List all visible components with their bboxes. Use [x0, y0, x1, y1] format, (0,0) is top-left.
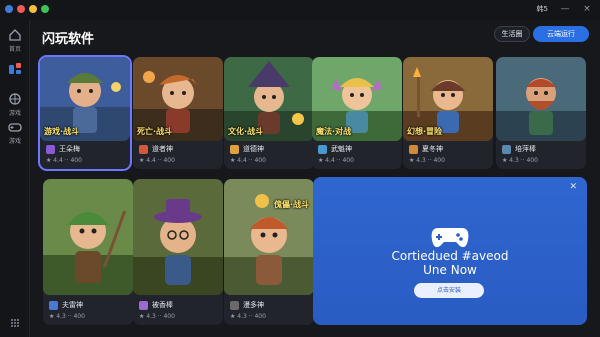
- apps-icon: [9, 63, 21, 74]
- game-name: 漫多神: [243, 301, 264, 309]
- close-icon[interactable]: ×: [582, 4, 592, 14]
- app-logo-icon: [5, 5, 13, 13]
- game-rating: ★ 4.4 ·· 400: [230, 157, 266, 164]
- character-art-icon: [43, 179, 133, 295]
- game-thumbnail: 游戏·战斗: [40, 57, 130, 141]
- card-meta: 培萍棒 ★ 4.3 ·· 400: [496, 141, 586, 169]
- card-meta: 王朵梅 ★ 4.4 ·· 400: [40, 141, 130, 169]
- minimize-window-icon[interactable]: [29, 5, 37, 13]
- sidebar-item-apps[interactable]: [0, 62, 30, 76]
- card-meta: 武魁神 ★ 4.4 ·· 400: [312, 141, 402, 169]
- minimize-icon[interactable]: —: [560, 4, 570, 14]
- promo-subtitle: Une Now: [423, 263, 477, 277]
- game-thumbnail: [43, 179, 133, 295]
- game-card[interactable]: 培萍棒 ★ 4.3 ·· 400: [496, 57, 586, 169]
- game-rating: ★ 4.3 ·· 400: [502, 157, 538, 164]
- game-name: 培萍棒: [515, 145, 536, 153]
- game-thumbnail: 傀儡·战斗: [224, 179, 314, 295]
- game-name: 道者神: [152, 145, 173, 153]
- game-name: 王朵梅: [59, 145, 80, 153]
- card-meta: 道德神 ★ 4.4 ·· 400: [224, 141, 314, 169]
- sidebar-item-label: 首页: [8, 46, 21, 53]
- game-card[interactable]: 夫雷神 ★ 4.3 ·· 400: [43, 179, 133, 325]
- globe-icon: [9, 93, 21, 105]
- game-card[interactable]: 被香棒 ★ 4.3 ·· 400: [133, 179, 223, 325]
- cloud-run-button[interactable]: 云端运行: [533, 26, 589, 42]
- game-caption: 幻想·冒险: [407, 127, 443, 136]
- settings-icon: [11, 319, 19, 327]
- gamepad-icon: [431, 228, 469, 248]
- game-rating: ★ 4.3 ·· 400: [230, 313, 266, 320]
- close-icon[interactable]: ✕: [569, 182, 577, 192]
- game-card[interactable]: 魔法·对战 武魁神 ★ 4.4 ·· 400: [312, 57, 402, 169]
- character-art-icon: [224, 179, 314, 295]
- card-meta: 道者神 ★ 4.4 ·· 400: [133, 141, 223, 169]
- card-meta: 夏冬神 ★ 4.3 ·· 400: [403, 141, 493, 169]
- game-thumbnail: 文化·战斗: [224, 57, 314, 141]
- game-name: 武魁神: [331, 145, 352, 153]
- game-rating: ★ 4.4 ·· 400: [139, 157, 175, 164]
- game-rating: ★ 4.4 ·· 400: [46, 157, 82, 164]
- game-name: 夫雷神: [62, 301, 83, 309]
- game-name: 夏冬神: [422, 145, 443, 153]
- game-icon: [230, 144, 239, 154]
- game-icon: [502, 144, 511, 154]
- game-thumbnail: [496, 57, 586, 141]
- game-caption: 傀儡·战斗: [274, 200, 310, 209]
- game-thumbnail: 死亡·战斗: [133, 57, 223, 141]
- game-thumbnail: 魔法·对战: [312, 57, 402, 141]
- home-icon: [9, 29, 21, 41]
- character-art-icon: [133, 179, 223, 295]
- game-icon: [49, 300, 58, 310]
- sidebar-item-label: 游戏: [8, 138, 21, 145]
- game-rating: ★ 4.4 ·· 400: [318, 157, 354, 164]
- sidebar-item-label: 游戏: [8, 110, 21, 117]
- game-icon: [318, 144, 327, 154]
- game-thumbnail: 幻想·冒险: [403, 57, 493, 141]
- game-name: 被香棒: [152, 301, 173, 309]
- game-card[interactable]: 游戏·战斗 王朵梅 ★ 4.4 ·· 400: [38, 55, 132, 171]
- card-meta: 夫雷神 ★ 4.3 ·· 400: [43, 297, 133, 325]
- game-rating: ★ 4.3 ·· 400: [409, 157, 445, 164]
- game-caption: 游戏·战斗: [44, 127, 80, 136]
- game-rating: ★ 4.3 ·· 400: [139, 313, 175, 320]
- card-meta: 漫多神 ★ 4.3 ·· 400: [224, 297, 314, 325]
- sidebar: 首页 游戏 游戏: [0, 20, 30, 337]
- game-icon: [409, 144, 418, 154]
- sidebar-item-play[interactable]: 游戏: [0, 120, 30, 145]
- page-title: 闪玩软件: [42, 32, 95, 47]
- game-card[interactable]: 傀儡·战斗 漫多神 ★ 4.3 ·· 400: [224, 179, 314, 325]
- close-window-icon[interactable]: [17, 5, 25, 13]
- sidebar-item-games[interactable]: 游戏: [0, 92, 30, 117]
- game-card[interactable]: 幻想·冒险 夏冬神 ★ 4.3 ·· 400: [403, 57, 493, 169]
- game-caption: 死亡·战斗: [137, 127, 173, 136]
- promo-title: Cortiedued #aveod: [391, 249, 509, 263]
- game-thumbnail: [133, 179, 223, 295]
- user-label[interactable]: 韩5: [537, 4, 548, 14]
- card-meta: 被香棒 ★ 4.3 ·· 400: [133, 297, 223, 325]
- game-rating: ★ 4.3 ·· 400: [49, 313, 85, 320]
- promo-panel: ✕ Cortiedued #aveod Une Now 点击安装: [313, 177, 587, 325]
- game-card[interactable]: 死亡·战斗 道者神 ★ 4.4 ·· 400: [133, 57, 223, 169]
- game-card[interactable]: 文化·战斗 道德神 ★ 4.4 ·· 400: [224, 57, 314, 169]
- gamepad-icon: [8, 123, 22, 132]
- game-icon: [46, 144, 55, 154]
- secondary-button[interactable]: 生活圈: [494, 26, 530, 42]
- character-art-icon: [496, 57, 586, 141]
- sidebar-item-home[interactable]: 首页: [0, 28, 30, 53]
- game-caption: 魔法·对战: [316, 127, 352, 136]
- game-icon: [139, 300, 148, 310]
- game-name: 道德神: [243, 145, 264, 153]
- window-controls: [5, 5, 49, 13]
- maximize-window-icon[interactable]: [41, 5, 49, 13]
- sidebar-item-settings[interactable]: [0, 316, 30, 330]
- title-bar: 韩5 — ×: [0, 0, 600, 20]
- install-button[interactable]: 点击安装: [414, 283, 484, 298]
- game-caption: 文化·战斗: [228, 127, 264, 136]
- game-icon: [139, 144, 148, 154]
- game-icon: [230, 300, 239, 310]
